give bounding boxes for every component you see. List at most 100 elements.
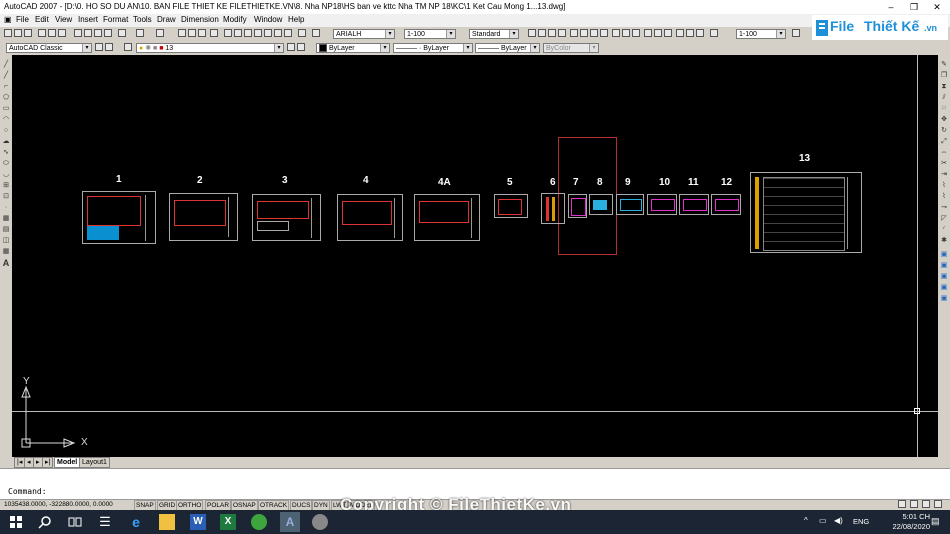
mirror-icon[interactable]: ⧗ [940, 83, 948, 91]
volume-icon[interactable]: ◀) [834, 516, 843, 525]
plot-preview-icon[interactable] [48, 29, 56, 37]
ordinate-dimension-icon[interactable] [558, 29, 566, 37]
zoom-realtime-icon[interactable] [188, 29, 196, 37]
drawing-sheet[interactable] [541, 193, 565, 224]
hatch-icon[interactable]: ▦ [2, 215, 10, 223]
construction-line-icon[interactable]: ╱ [2, 72, 10, 80]
design-center-icon[interactable] [234, 29, 242, 37]
drawing-sheet[interactable] [82, 191, 156, 244]
coordinates-readout[interactable]: 1035438.0000, -322880.0000, 0.0000 [4, 500, 113, 509]
menu-view[interactable]: View [55, 15, 72, 24]
drawing-sheet[interactable] [589, 194, 613, 215]
point-icon[interactable]: · [2, 204, 10, 212]
offset-icon[interactable]: ⫽ [940, 94, 948, 102]
paste-icon[interactable] [94, 29, 102, 37]
drawing-sheet[interactable] [169, 193, 238, 241]
polygon-icon[interactable]: ⬠ [2, 94, 10, 102]
drawing-sheet[interactable] [647, 194, 677, 215]
menu-insert[interactable]: Insert [78, 15, 98, 24]
arc-length-icon[interactable] [548, 29, 556, 37]
new-icon[interactable] [4, 29, 12, 37]
bring-above-icon[interactable]: ▣ [940, 284, 948, 292]
menu-help[interactable]: Help [288, 15, 304, 24]
cut-icon[interactable] [74, 29, 82, 37]
workspace-select[interactable]: AutoCAD Classic ▾ [6, 43, 92, 53]
communication-center-icon[interactable] [898, 500, 906, 508]
continue-dimension-icon[interactable] [632, 29, 640, 37]
copy-object-icon[interactable]: ❐ [940, 72, 948, 80]
quick-leader-icon[interactable] [644, 29, 652, 37]
drawing-sheet[interactable] [414, 194, 480, 241]
make-block-icon[interactable]: ⊡ [2, 193, 10, 201]
match-properties-icon[interactable] [104, 29, 112, 37]
stretch-icon[interactable]: ⇔ [940, 149, 948, 157]
diameter-dimension-icon[interactable] [590, 29, 598, 37]
drawing-sheet[interactable] [494, 194, 528, 218]
scale-icon[interactable]: ⤢ [940, 138, 948, 146]
tool-palettes-icon[interactable] [244, 29, 252, 37]
table-scale-select[interactable]: 1-100 ▾ [736, 29, 786, 39]
menu-draw[interactable]: Draw [157, 15, 176, 24]
ellipse-arc-icon[interactable]: ◡ [2, 171, 10, 179]
revision-cloud-icon[interactable]: ☁ [2, 138, 10, 146]
text-style-icon[interactable] [312, 29, 320, 37]
word-icon[interactable]: W [190, 514, 206, 530]
chrome-icon[interactable] [251, 514, 267, 530]
menu-edit[interactable]: Edit [35, 15, 49, 24]
drawing-sheet[interactable] [711, 194, 741, 215]
baseline-dimension-icon[interactable] [622, 29, 630, 37]
multileader-icon[interactable] [792, 29, 800, 37]
windows-start-icon[interactable] [8, 514, 24, 530]
rectangle-icon[interactable]: ▭ [2, 105, 10, 113]
multiline-text-icon[interactable]: A [2, 259, 10, 268]
drawing-sheet[interactable] [337, 194, 403, 241]
help-icon[interactable] [284, 29, 292, 37]
app-icon[interactable]: ▣ [4, 15, 14, 25]
polyline-icon[interactable]: ⌐ [2, 83, 10, 91]
pan-icon[interactable] [178, 29, 186, 37]
menu-format[interactable]: Format [103, 15, 128, 24]
lineweight-select[interactable]: ——— ByLayer ▾ [475, 43, 540, 53]
plot-icon[interactable] [38, 29, 46, 37]
draw-order-icon[interactable]: ▣ [940, 251, 948, 259]
insert-block-icon[interactable]: ⊞ [2, 182, 10, 190]
drawing-area[interactable]: 1 2 3 4 4A 5 6 7 8 9 10 11 12 13 Y X [12, 55, 938, 457]
save-icon[interactable] [24, 29, 32, 37]
tray-chevron-icon[interactable]: ^ [804, 516, 808, 525]
close-button[interactable]: ✕ [926, 1, 948, 13]
drawing-sheet[interactable] [252, 194, 321, 241]
app-icon[interactable] [312, 514, 328, 530]
minimize-button[interactable]: – [880, 1, 902, 13]
menu-file[interactable]: File [16, 15, 29, 24]
maximize-button[interactable]: ❐ [903, 1, 925, 13]
publish-icon[interactable] [58, 29, 66, 37]
sheet-set-icon[interactable] [254, 29, 262, 37]
center-mark-icon[interactable] [664, 29, 672, 37]
autocad-icon[interactable]: A [280, 512, 300, 532]
region-icon[interactable]: ◫ [2, 237, 10, 245]
table-icon[interactable]: ▦ [2, 248, 10, 256]
quick-dimension-icon[interactable] [612, 29, 620, 37]
drawing-sheet[interactable] [568, 194, 587, 218]
menu-dimension[interactable]: Dimension [181, 15, 219, 24]
send-under-icon[interactable]: ▣ [940, 295, 948, 303]
spline-icon[interactable]: ∿ [2, 149, 10, 157]
aligned-dimension-icon[interactable] [538, 29, 546, 37]
quickcalc-icon[interactable] [274, 29, 282, 37]
clean-screen-icon[interactable] [934, 500, 942, 508]
dbconnect-icon[interactable] [298, 29, 306, 37]
dimension-update-icon[interactable] [696, 29, 704, 37]
table-style-icon[interactable] [710, 29, 718, 37]
edge-browser-icon[interactable]: e [128, 514, 144, 530]
trim-icon[interactable]: ✂ [940, 160, 948, 168]
file-explorer-icon[interactable]: ☰ [97, 514, 113, 530]
array-icon[interactable]: ⁙ [940, 105, 948, 113]
zoom-window-icon[interactable] [198, 29, 206, 37]
linear-dimension-icon[interactable] [528, 29, 536, 37]
clock[interactable]: 5:01 CH 22/08/2020 [892, 512, 930, 532]
zoom-previous-icon[interactable] [210, 29, 218, 37]
notification-icon[interactable]: ▤ [931, 516, 940, 527]
drawing-sheet[interactable] [616, 194, 644, 215]
linetype-select[interactable]: ——— · ByLayer ▾ [393, 43, 473, 53]
line-icon[interactable]: ╱ [2, 61, 10, 69]
